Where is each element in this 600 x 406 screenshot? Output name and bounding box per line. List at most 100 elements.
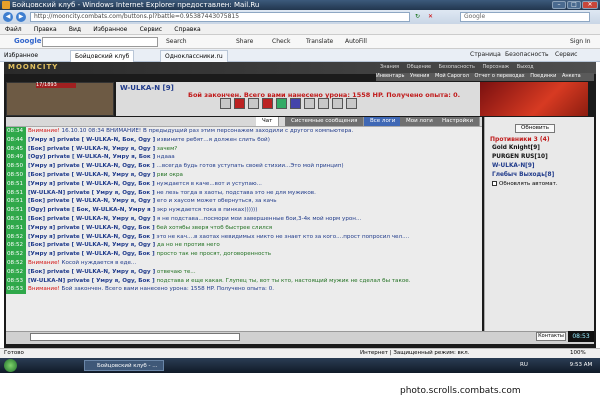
- forward-icon[interactable]: ▶: [16, 12, 26, 22]
- sender-name[interactable]: [Ogy]: [28, 154, 46, 160]
- menu-favorites[interactable]: Избранное: [88, 24, 132, 35]
- sender-name[interactable]: [Бок]: [28, 198, 45, 204]
- language-indicator[interactable]: RU: [520, 362, 528, 368]
- spell-icon[interactable]: [290, 98, 301, 109]
- sender-name[interactable]: [Бок]: [28, 172, 45, 178]
- page-menu[interactable]: Страница: [470, 50, 501, 60]
- heal-icon[interactable]: [220, 98, 231, 109]
- menu-file[interactable]: Файл: [0, 24, 27, 35]
- private-recipients[interactable]: private [ W-ULKA-N, Ogy, Бок ]: [55, 181, 155, 187]
- sender-name[interactable]: [Бок]: [28, 146, 45, 152]
- nav-security[interactable]: Безопасность: [439, 64, 475, 70]
- sender-name[interactable]: [Бок]: [28, 216, 45, 222]
- shield-icon[interactable]: [304, 98, 315, 109]
- sender-name[interactable]: [Умру я]: [28, 234, 55, 240]
- share-button[interactable]: Share: [236, 37, 253, 47]
- character-name[interactable]: W-ULKA-N [9]: [120, 84, 174, 92]
- close-button[interactable]: ✕: [582, 1, 598, 9]
- url-field[interactable]: http://mooncity.combats.com/buttons.pl?b…: [30, 12, 410, 22]
- start-button[interactable]: [4, 359, 17, 372]
- back-icon[interactable]: ◀: [3, 12, 13, 22]
- sender-name[interactable]: [Умру я]: [28, 225, 55, 231]
- menu-view[interactable]: Вид: [64, 24, 86, 35]
- tab-all-logs[interactable]: Все логи: [364, 117, 403, 126]
- sender-name[interactable]: [Бок]: [28, 269, 45, 275]
- sign-in-button[interactable]: Sign In: [570, 37, 591, 47]
- tab-chat[interactable]: Чат: [256, 117, 280, 126]
- translate-button[interactable]: Translate: [306, 37, 333, 47]
- menu-tools[interactable]: Сервис: [135, 24, 167, 35]
- private-recipients[interactable]: private [ W-ULKA-N, Ogy, Бок ]: [55, 163, 155, 169]
- nature-icon[interactable]: [276, 98, 287, 109]
- tab-my-logs[interactable]: Мои логи: [400, 117, 440, 126]
- sender-name[interactable]: [W-ULKA-N]: [28, 278, 65, 284]
- private-recipients[interactable]: private [ W-ULKA-N, Умру я, Ogy ]: [45, 216, 155, 222]
- auto-update-toggle[interactable]: Обновлять автомат.: [492, 181, 558, 187]
- sender-name[interactable]: [Умру я]: [28, 181, 55, 187]
- subnav-inventory[interactable]: Инвентарь: [376, 73, 404, 79]
- subnav-skills[interactable]: Умения: [410, 73, 429, 79]
- private-recipients[interactable]: private [ Умру я, Ogy, Бок ]: [65, 190, 155, 196]
- private-recipients[interactable]: private [ W-ULKA-N, Умру я, Ogy ]: [45, 146, 155, 152]
- skill-icon[interactable]: [248, 98, 259, 109]
- menu-edit[interactable]: Правка: [29, 24, 62, 35]
- fighter-item[interactable]: W-ULKA-N[9]: [492, 163, 535, 169]
- fighter-item[interactable]: Gold Knight[9]: [492, 145, 540, 151]
- check-button[interactable]: Check: [272, 37, 290, 47]
- sender-name[interactable]: [Умру я]: [28, 163, 55, 169]
- scroll-icon[interactable]: [318, 98, 329, 109]
- maximize-button[interactable]: □: [567, 1, 581, 9]
- zoom-level[interactable]: 100%: [570, 349, 586, 358]
- private-recipients[interactable]: private [ Бок, W-ULKA-N, Умру я ]: [46, 207, 155, 213]
- google-search-button[interactable]: Search: [166, 37, 187, 47]
- potion-icon[interactable]: [332, 98, 343, 109]
- menu-help[interactable]: Справка: [169, 24, 205, 35]
- autofill-button[interactable]: AutoFill: [345, 37, 367, 47]
- nav-character[interactable]: Персонаж: [483, 64, 510, 70]
- update-button[interactable]: Обновить: [515, 124, 555, 133]
- subnav-duels[interactable]: Поединки: [530, 73, 556, 79]
- contacts-button[interactable]: Контакты: [536, 332, 566, 341]
- sender-name[interactable]: [W-ULKA-N]: [28, 190, 65, 196]
- private-recipients[interactable]: private [ W-ULKA-N, Ogy, Бок ]: [55, 225, 155, 231]
- private-recipients[interactable]: private [ W-ULKA-N, Умру я, Ogy ]: [45, 242, 155, 248]
- fire-icon[interactable]: [262, 98, 273, 109]
- search-field[interactable]: Google: [460, 12, 590, 22]
- private-recipients[interactable]: private [ W-ULKA-N, Бок, Ogy ]: [55, 137, 155, 143]
- sender-name[interactable]: [Бок]: [28, 242, 45, 248]
- tab-combats[interactable]: Бойцовский клуб: [70, 50, 135, 62]
- fighter-item[interactable]: PURGEN RUS[10]: [492, 154, 548, 160]
- checkbox-icon[interactable]: [492, 181, 497, 186]
- tab-settings[interactable]: Настройки: [436, 117, 481, 126]
- nav-communication[interactable]: Общение: [407, 64, 431, 70]
- private-recipients[interactable]: private [ W-ULKA-N, Умру я, Ogy ]: [45, 172, 155, 178]
- sender-name[interactable]: [Умру я]: [28, 251, 55, 257]
- private-recipients[interactable]: private [ W-ULKA-N, Умру я, Ogy ]: [45, 269, 155, 275]
- tab-odnoklassniki[interactable]: Одноклассники.ru: [160, 50, 228, 62]
- item-icon[interactable]: [346, 98, 357, 109]
- sender-name[interactable]: [Умру я]: [28, 137, 55, 143]
- chat-input[interactable]: [30, 333, 240, 341]
- attack-icon[interactable]: [234, 98, 245, 109]
- subnav-profile[interactable]: Анкета: [562, 73, 581, 79]
- sender-name[interactable]: [Ogy]: [28, 207, 46, 213]
- service-menu[interactable]: Сервис: [555, 50, 577, 60]
- nav-knowledge[interactable]: Знания: [380, 64, 399, 70]
- private-recipients[interactable]: private [ W-ULKA-N, Умру я, Ogy ]: [45, 198, 155, 204]
- refresh-icon[interactable]: ↻: [415, 12, 420, 22]
- fighter-item[interactable]: Глебыч Выходь[8]: [492, 172, 554, 178]
- tab-system-messages[interactable]: Системные сообщения: [285, 117, 365, 126]
- private-recipients[interactable]: private [ W-ULKA-N, Ogy, Бок ]: [55, 251, 155, 257]
- private-recipients[interactable]: private [ W-ULKA-N, Умру я, Бок ]: [46, 154, 155, 160]
- subnav-sarogol[interactable]: Мой Сарогол: [435, 73, 469, 79]
- nav-exit[interactable]: Выход: [517, 64, 534, 70]
- security-menu[interactable]: Безопасность: [505, 50, 549, 60]
- minimize-button[interactable]: –: [552, 1, 566, 9]
- subnav-transfers[interactable]: Отчет о переводах: [475, 73, 525, 79]
- stop-icon[interactable]: ✕: [428, 12, 433, 22]
- favorites-button[interactable]: Избранное: [4, 51, 38, 60]
- taskbar-item-combats[interactable]: Бойцовский клуб - ...: [84, 360, 164, 371]
- private-recipients[interactable]: private [ Умру я, Ogy, Бок ]: [65, 278, 155, 284]
- google-search-input[interactable]: [42, 37, 158, 47]
- private-recipients[interactable]: private [ W-ULKA-N, Ogy, Бок ]: [55, 234, 155, 240]
